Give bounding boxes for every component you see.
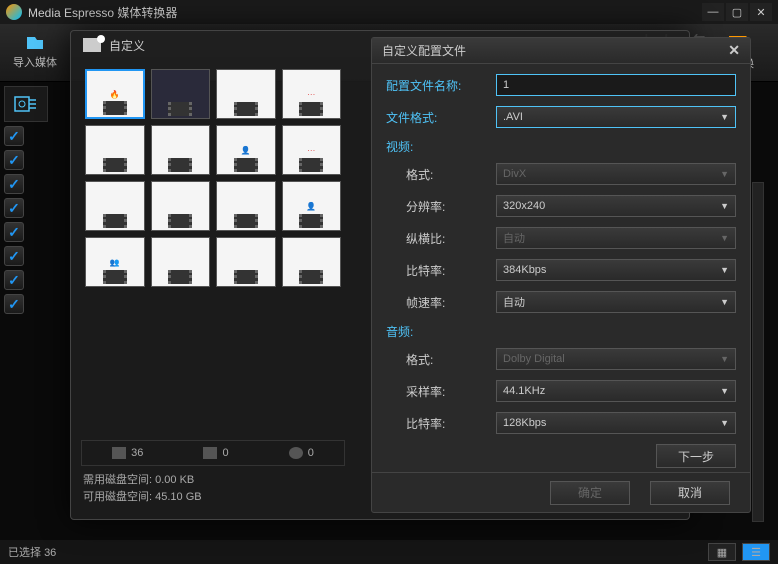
profile-footer: 确定 取消 [372, 472, 750, 512]
thumbnail-item[interactable]: ··· [282, 125, 342, 175]
audio-bitrate-label: 比特率: [386, 415, 496, 432]
audio-count: 0 [308, 447, 314, 459]
import-icon [24, 34, 46, 52]
maximize-button[interactable]: ▢ [726, 3, 748, 21]
audio-section-label: 音频: [386, 323, 736, 340]
app-icon [6, 4, 22, 20]
thumbnail-item[interactable] [85, 181, 145, 231]
video-fps-label: 帧速率: [386, 294, 496, 311]
select-checkbox-3[interactable] [4, 174, 24, 194]
media-tab[interactable] [4, 86, 48, 122]
video-aspect-label: 纵横比: [386, 230, 496, 247]
thumbnail-item[interactable] [282, 237, 342, 287]
close-button[interactable]: ✕ [750, 3, 772, 21]
video-resolution-select[interactable]: 320x240▼ [496, 195, 736, 217]
video-aspect-select[interactable]: 自动▼ [496, 227, 736, 249]
import-media-button[interactable]: 导入媒体 [8, 28, 62, 76]
thumbnail-item[interactable]: 👤 [216, 125, 276, 175]
selected-label: 已选择 [8, 547, 41, 559]
profile-dialog: 自定义配置文件 ✕ 配置文件名称: 文件格式: .AVI▼ 视频: 格式: Di… [371, 37, 751, 513]
disk-avail-label: 可用磁盘空间: [83, 491, 152, 503]
audio-codec-select[interactable]: Dolby Digital▼ [496, 348, 736, 370]
disk-required-label: 需用磁盘空间: [83, 474, 152, 486]
select-checkbox-7[interactable] [4, 270, 24, 290]
import-label: 导入媒体 [13, 54, 57, 70]
thumbnail-item[interactable] [151, 69, 211, 119]
thumbnail-item[interactable] [216, 181, 276, 231]
video-bitrate-label: 比特率: [386, 262, 496, 279]
grid-view-button[interactable]: ▦ [708, 543, 736, 561]
list-view-button[interactable]: ☰ [742, 543, 770, 561]
thumbnail-item[interactable] [216, 69, 276, 119]
video-resolution-label: 分辨率: [386, 198, 496, 215]
left-rail [4, 82, 52, 314]
audio-sample-label: 采样率: [386, 383, 496, 400]
disk-info: 需用磁盘空间: 0.00 KB 可用磁盘空间: 45.10 GB [81, 466, 345, 513]
select-checkbox-4[interactable] [4, 198, 24, 218]
video-codec-select[interactable]: DivX▼ [496, 163, 736, 185]
titlebar: Media Espresso 媒体转换器 — ▢ ✕ [0, 0, 778, 24]
thumbnail-item[interactable]: 👥 [85, 237, 145, 287]
thumbnail-item[interactable]: 🔥 [85, 69, 145, 119]
select-checkbox-6[interactable] [4, 246, 24, 266]
ok-button[interactable]: 确定 [550, 481, 630, 505]
video-section-label: 视频: [386, 138, 736, 155]
thumbnail-item[interactable]: ··· [282, 69, 342, 119]
title-text: Media Espresso 媒体转换器 [28, 4, 177, 21]
statusbar: 已选择 36 ▦ ☰ [0, 540, 778, 564]
video-bitrate-select[interactable]: 384Kbps▼ [496, 259, 736, 281]
select-checkbox-5[interactable] [4, 222, 24, 242]
disk-required-value: 0.00 KB [155, 474, 194, 486]
video-count: 36 [131, 447, 143, 459]
thumbnail-panel: 🔥 ··· 👤 ··· 👤 👥 36 0 0 [71, 59, 351, 519]
profile-close-button[interactable]: ✕ [728, 42, 740, 59]
file-format-label: 文件格式: [386, 109, 496, 126]
thumbnail-grid: 🔥 ··· 👤 ··· 👤 👥 [81, 65, 345, 434]
file-format-select[interactable]: .AVI▼ [496, 106, 736, 128]
selected-count: 36 [44, 547, 56, 559]
disk-avail-value: 45.10 GB [155, 491, 201, 503]
select-checkbox-8[interactable] [4, 294, 24, 314]
select-checkbox-2[interactable] [4, 150, 24, 170]
image-count-icon [203, 447, 217, 459]
thumbnail-item[interactable] [151, 125, 211, 175]
video-codec-label: 格式: [386, 166, 496, 183]
profile-title-text: 自定义配置文件 [382, 42, 466, 59]
dialog-title: 自定义 [109, 37, 145, 54]
thumbnail-item[interactable] [151, 181, 211, 231]
audio-sample-select[interactable]: 44.1KHz▼ [496, 380, 736, 402]
thumbnail-item[interactable] [216, 237, 276, 287]
profile-titlebar: 自定义配置文件 ✕ [372, 38, 750, 64]
custom-icon [83, 38, 101, 52]
thumbnail-item[interactable] [85, 125, 145, 175]
minimize-button[interactable]: — [702, 3, 724, 21]
right-scrollbar[interactable] [752, 182, 764, 522]
thumbnail-item[interactable]: 👤 [282, 181, 342, 231]
profile-name-input[interactable] [496, 74, 736, 96]
audio-bitrate-select[interactable]: 128Kbps▼ [496, 412, 736, 434]
select-checkbox-1[interactable] [4, 126, 24, 146]
video-count-icon [112, 447, 126, 459]
next-button[interactable]: 下一步 [656, 444, 736, 468]
thumbnail-item[interactable] [151, 237, 211, 287]
profile-body: 配置文件名称: 文件格式: .AVI▼ 视频: 格式: DivX▼ 分辨率: 3… [372, 64, 750, 472]
image-count: 0 [222, 447, 228, 459]
audio-count-icon [289, 447, 303, 459]
profile-name-label: 配置文件名称: [386, 77, 496, 94]
audio-codec-label: 格式: [386, 351, 496, 368]
cancel-button[interactable]: 取消 [650, 481, 730, 505]
thumb-footer: 36 0 0 [81, 440, 345, 466]
custom-dialog: 自定义 🔥 ··· 👤 ··· 👤 👥 [70, 30, 690, 520]
video-fps-select[interactable]: 自动▼ [496, 291, 736, 313]
